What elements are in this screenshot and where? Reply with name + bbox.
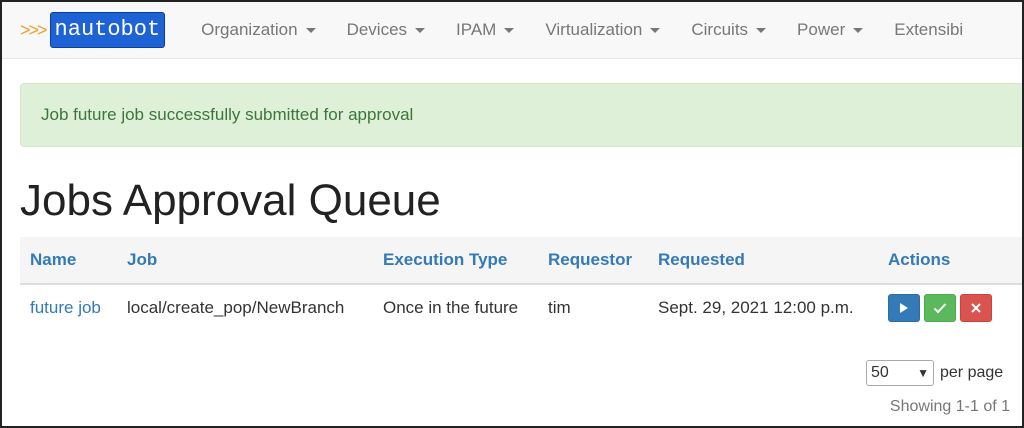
caret-down-icon xyxy=(415,27,426,33)
column-header-execution-type[interactable]: Execution Type xyxy=(373,237,538,285)
caret-down-icon xyxy=(853,27,864,33)
nav-item-label: Organization xyxy=(201,20,298,39)
caret-down-icon xyxy=(504,27,515,33)
success-alert: Job future job successfully submitted fo… xyxy=(20,83,1022,147)
per-page-select[interactable]: 50 ▼ xyxy=(866,360,934,386)
nav-item-label: Power xyxy=(797,20,846,39)
nav-item-devices[interactable]: Devices xyxy=(346,20,426,40)
brand-arrows: >>> xyxy=(20,19,48,40)
run-button[interactable] xyxy=(888,294,920,322)
column-header-actions: Actions xyxy=(878,237,1022,285)
column-header-name[interactable]: Name xyxy=(20,237,117,285)
chevron-down-icon: ▼ xyxy=(917,366,929,380)
check-icon xyxy=(933,303,947,314)
results-count: Showing 1-1 of 1 xyxy=(889,398,1010,415)
table-row: future job local/create_pop/NewBranch On… xyxy=(20,284,1022,331)
table-header-row: Name Job Execution Type Requestor Reques… xyxy=(20,237,1022,285)
nav-item-label: Extensibi xyxy=(894,20,964,39)
nav-item-label: IPAM xyxy=(456,20,497,39)
cell-name: future job xyxy=(20,284,117,331)
approve-button[interactable] xyxy=(924,294,956,322)
caret-down-icon xyxy=(305,27,316,33)
cell-requestor: tim xyxy=(548,298,571,317)
jobs-approval-table: Name Job Execution Type Requestor Reques… xyxy=(20,237,1022,331)
nav-item-label: Devices xyxy=(346,20,408,39)
cell-requested: Sept. 29, 2021 12:00 p.m. xyxy=(658,298,854,317)
nav-item-ipam[interactable]: IPAM xyxy=(456,20,515,40)
navbar: >>> nautobot Organization Devices IPAM V… xyxy=(2,2,1022,59)
deny-button[interactable] xyxy=(960,294,992,322)
nav-item-power[interactable]: Power xyxy=(797,20,864,40)
job-request-link[interactable]: future job xyxy=(30,298,101,317)
nav-item-virtualization[interactable]: Virtualization xyxy=(545,20,661,40)
page-title: Jobs Approval Queue xyxy=(20,176,441,225)
per-page-label: per page xyxy=(940,364,1004,381)
cell-job: local/create_pop/NewBranch xyxy=(127,298,345,317)
nav-menu: Organization Devices IPAM Virtualization… xyxy=(201,20,994,40)
nav-item-circuits[interactable]: Circuits xyxy=(691,20,767,40)
caret-down-icon xyxy=(650,27,661,33)
column-header-requested[interactable]: Requested xyxy=(648,237,878,285)
caret-down-icon xyxy=(756,27,767,33)
nav-item-organization[interactable]: Organization xyxy=(201,20,316,40)
cell-actions xyxy=(878,284,1022,331)
action-buttons xyxy=(888,294,1012,322)
cell-execution-type: Once in the future xyxy=(383,298,519,317)
nav-item-label: Virtualization xyxy=(545,20,643,39)
column-header-requestor[interactable]: Requestor xyxy=(538,237,648,285)
brand-name: nautobot xyxy=(49,12,166,48)
nav-item-extensibility[interactable]: Extensibi xyxy=(894,20,963,40)
brand-logo[interactable]: >>> nautobot xyxy=(20,12,166,48)
per-page-value: 50 xyxy=(871,364,889,381)
per-page-control: 50 ▼ per page xyxy=(866,360,1003,386)
column-header-job[interactable]: Job xyxy=(117,237,373,285)
play-icon xyxy=(900,303,908,313)
nav-item-label: Circuits xyxy=(691,20,749,39)
x-icon xyxy=(971,303,981,313)
alert-message: Job future job successfully submitted fo… xyxy=(41,105,414,124)
